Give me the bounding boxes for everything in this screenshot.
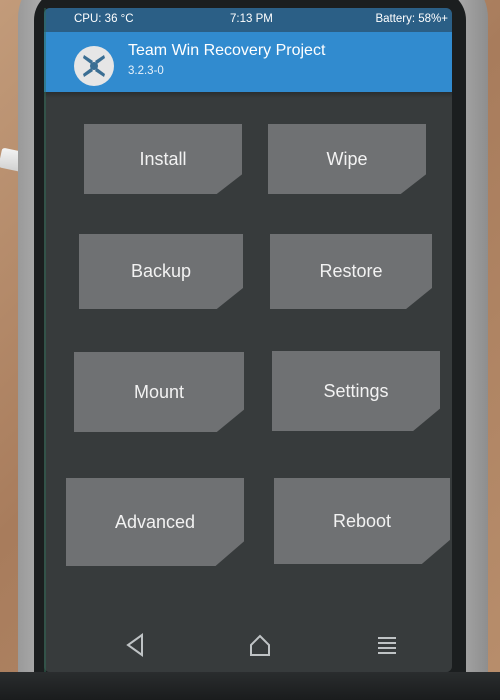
- header-shadow: [44, 92, 452, 98]
- recovery-screen: CPU: 36 °C 7:13 PM Battery: 58%+ Team Wi…: [44, 8, 452, 672]
- wipe-button[interactable]: Wipe: [268, 124, 426, 194]
- settings-label: Settings: [323, 380, 389, 401]
- twrp-logo-icon: [74, 46, 114, 86]
- hamburger-menu-icon[interactable]: [372, 630, 402, 660]
- status-bar: CPU: 36 °C 7:13 PM Battery: 58%+: [44, 8, 452, 32]
- restore-label: Restore: [319, 261, 383, 281]
- reboot-button[interactable]: Reboot: [274, 478, 450, 564]
- advanced-label: Advanced: [114, 511, 196, 532]
- backup-button[interactable]: Backup: [79, 234, 243, 309]
- wipe-label: Wipe: [326, 148, 368, 169]
- settings-button[interactable]: Settings: [272, 351, 440, 431]
- app-title: Team Win Recovery Project: [128, 42, 326, 59]
- screen-edge-glare: [44, 8, 46, 672]
- advanced-button[interactable]: Advanced: [66, 478, 244, 566]
- navigation-bar: [44, 608, 452, 672]
- reboot-label: Reboot: [332, 510, 392, 531]
- app-version: 3.2.3-0: [128, 65, 164, 77]
- backup-label: Backup: [130, 261, 192, 281]
- phone-bottom-bezel: [0, 672, 500, 700]
- home-icon[interactable]: [245, 630, 275, 660]
- battery-status: Battery: 58%+: [375, 13, 448, 25]
- mount-label: Mount: [133, 381, 185, 402]
- restore-button[interactable]: Restore: [270, 234, 432, 309]
- cpu-temperature: CPU: 36 °C: [74, 13, 134, 25]
- back-triangle-icon[interactable]: [120, 630, 150, 660]
- clock: 7:13 PM: [230, 13, 273, 25]
- install-label: Install: [139, 148, 187, 169]
- mount-button[interactable]: Mount: [74, 352, 244, 432]
- install-button[interactable]: Install: [84, 124, 242, 194]
- app-header: Team Win Recovery Project 3.2.3-0: [44, 32, 452, 92]
